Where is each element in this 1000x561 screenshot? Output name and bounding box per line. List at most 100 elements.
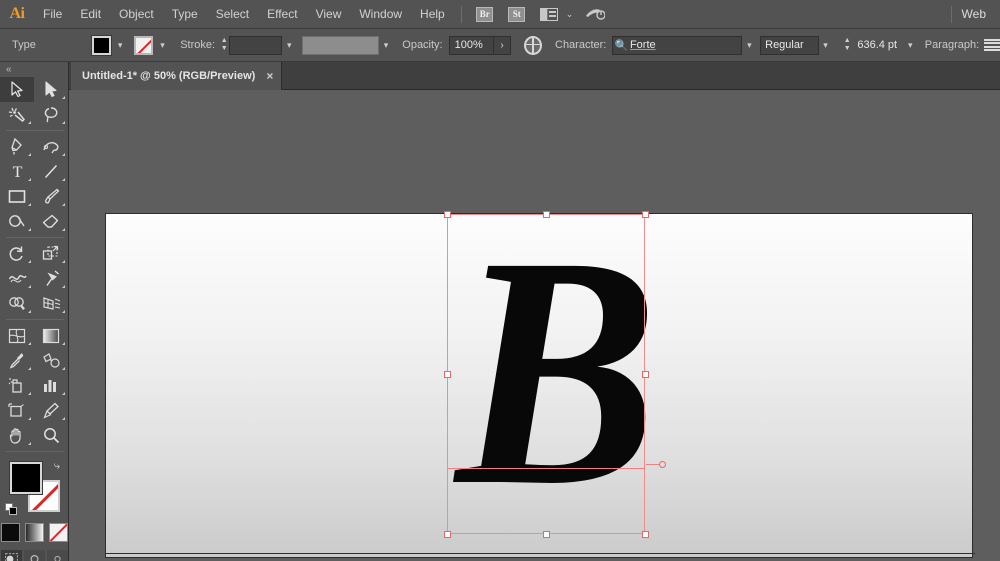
eraser-tool[interactable] bbox=[34, 209, 68, 234]
selection-tool[interactable] bbox=[0, 77, 34, 102]
color-mode-button[interactable] bbox=[1, 523, 20, 542]
symbol-sprayer-tool[interactable] bbox=[0, 373, 34, 398]
selection-handle-bottom-center[interactable] bbox=[543, 531, 550, 538]
recolor-artwork-icon[interactable] bbox=[524, 36, 542, 55]
fill-color-swatch[interactable] bbox=[92, 36, 111, 55]
text-baseline-indicator bbox=[447, 468, 645, 469]
magic-wand-tool[interactable] bbox=[0, 102, 34, 127]
selection-handle-middle-right[interactable] bbox=[642, 371, 649, 378]
svg-text:T: T bbox=[12, 164, 22, 180]
paintbrush-tool[interactable] bbox=[34, 184, 68, 209]
document-tab-title: Untitled-1* @ 50% (RGB/Preview) bbox=[82, 70, 255, 82]
direct-selection-tool[interactable] bbox=[34, 77, 68, 102]
menu-window[interactable]: Window bbox=[350, 0, 411, 29]
column-graph-tool[interactable] bbox=[34, 373, 68, 398]
selection-handle-bottom-right[interactable] bbox=[642, 531, 649, 538]
artboard-tool[interactable] bbox=[0, 398, 34, 423]
fill-dropdown-icon[interactable]: ▾ bbox=[114, 36, 127, 55]
stock-icon[interactable]: St bbox=[507, 7, 527, 22]
selection-handle-top-center[interactable] bbox=[543, 211, 550, 218]
pen-tool[interactable] bbox=[0, 134, 34, 159]
selection-handle-top-right[interactable] bbox=[642, 211, 649, 218]
font-style-field[interactable]: Regular bbox=[760, 36, 818, 55]
rectangle-tool[interactable] bbox=[0, 184, 34, 209]
opacity-field[interactable]: 100% bbox=[449, 36, 495, 55]
document-tab[interactable]: Untitled-1* @ 50% (RGB/Preview) × bbox=[71, 62, 282, 90]
font-family-dropdown-icon[interactable]: ▾ bbox=[742, 36, 756, 55]
bridge-icon[interactable]: Br bbox=[475, 7, 495, 22]
stroke-dropdown-icon[interactable]: ▾ bbox=[156, 36, 169, 55]
opacity-label: Opacity: bbox=[402, 39, 442, 51]
font-size-dropdown-icon[interactable]: ▾ bbox=[903, 36, 917, 55]
tool-divider bbox=[6, 237, 64, 238]
menu-select[interactable]: Select bbox=[207, 0, 258, 29]
character-label[interactable]: Character: bbox=[555, 39, 606, 51]
scale-tool[interactable] bbox=[34, 241, 68, 266]
selection-handle-top-left[interactable] bbox=[444, 211, 451, 218]
selection-handle-bottom-left[interactable] bbox=[444, 531, 451, 538]
stroke-color-swatch[interactable] bbox=[134, 36, 153, 55]
opacity-expand-icon[interactable]: › bbox=[494, 36, 511, 55]
menu-object[interactable]: Object bbox=[110, 0, 163, 29]
stroke-profile-dropdown-icon[interactable]: ▾ bbox=[379, 36, 393, 55]
arrange-documents-icon[interactable] bbox=[539, 7, 559, 22]
stroke-profile-field[interactable] bbox=[302, 36, 379, 55]
draw-normal-button[interactable] bbox=[1, 550, 22, 561]
workspace-label[interactable]: Web bbox=[962, 7, 986, 21]
font-search-icon[interactable]: 🔍 bbox=[613, 36, 630, 55]
free-transform-tool[interactable] bbox=[34, 266, 68, 291]
menu-effect[interactable]: Effect bbox=[258, 0, 306, 29]
stroke-weight-stepper[interactable]: ▲▼ bbox=[219, 36, 229, 55]
control-bar-context-label: Type bbox=[12, 39, 36, 51]
menu-type[interactable]: Type bbox=[163, 0, 207, 29]
fill-swatch-large[interactable] bbox=[10, 462, 42, 494]
default-fill-stroke-icon[interactable] bbox=[5, 503, 18, 516]
mesh-tool[interactable] bbox=[0, 323, 34, 348]
shape-builder-tool[interactable] bbox=[0, 291, 34, 316]
font-size-field[interactable]: 636.4 pt bbox=[852, 36, 903, 55]
workspace-switcher-icon[interactable] bbox=[585, 7, 605, 22]
menu-help[interactable]: Help bbox=[411, 0, 454, 29]
tool-divider bbox=[6, 319, 64, 320]
rotate-tool[interactable] bbox=[0, 241, 34, 266]
none-mode-button[interactable] bbox=[49, 523, 68, 542]
font-style-dropdown-icon[interactable]: ▾ bbox=[819, 36, 833, 55]
tools-panel: « T bbox=[0, 62, 69, 561]
menu-edit[interactable]: Edit bbox=[71, 0, 110, 29]
type-tool[interactable]: T bbox=[0, 159, 34, 184]
rotation-handle[interactable] bbox=[659, 461, 666, 468]
curvature-tool[interactable] bbox=[34, 134, 68, 159]
blend-tool[interactable] bbox=[34, 348, 68, 373]
paragraph-align-icon[interactable] bbox=[984, 38, 1000, 53]
perspective-grid-tool[interactable] bbox=[34, 291, 68, 316]
tools-panel-collapse-handle[interactable]: « bbox=[0, 62, 68, 77]
bridge-icon-label: Br bbox=[476, 7, 493, 22]
hand-tool[interactable] bbox=[0, 423, 34, 448]
line-segment-tool[interactable] bbox=[34, 159, 68, 184]
canvas-area[interactable]: B bbox=[69, 90, 1000, 561]
draw-behind-button[interactable] bbox=[24, 550, 45, 561]
shaper-tool[interactable] bbox=[0, 209, 34, 234]
app-logo-icon: Ai bbox=[0, 0, 34, 29]
stroke-weight-dropdown-icon[interactable]: ▾ bbox=[282, 36, 296, 55]
stroke-weight-field[interactable] bbox=[229, 36, 282, 55]
menu-view[interactable]: View bbox=[307, 0, 351, 29]
draw-inside-button[interactable] bbox=[47, 550, 68, 561]
slice-tool[interactable] bbox=[34, 398, 68, 423]
font-family-field[interactable]: Forte bbox=[630, 39, 741, 51]
gradient-mode-button[interactable] bbox=[25, 523, 44, 542]
swap-fill-stroke-icon[interactable]: ⤷ bbox=[50, 459, 64, 473]
paragraph-label[interactable]: Paragraph: bbox=[925, 39, 979, 51]
zoom-tool[interactable] bbox=[34, 423, 68, 448]
width-tool[interactable] bbox=[0, 266, 34, 291]
close-icon[interactable]: × bbox=[266, 70, 273, 82]
rotation-handle-line bbox=[646, 464, 660, 465]
chevron-down-icon[interactable]: ⌄ bbox=[566, 9, 574, 20]
document-tab-bar: Untitled-1* @ 50% (RGB/Preview) × bbox=[0, 62, 1000, 90]
lasso-tool[interactable] bbox=[34, 102, 68, 127]
selection-handle-middle-left[interactable] bbox=[444, 371, 451, 378]
gradient-tool[interactable] bbox=[34, 323, 68, 348]
font-size-stepper[interactable]: ▲▼ bbox=[842, 36, 852, 55]
menu-file[interactable]: File bbox=[34, 0, 71, 29]
eyedropper-tool[interactable] bbox=[0, 348, 34, 373]
